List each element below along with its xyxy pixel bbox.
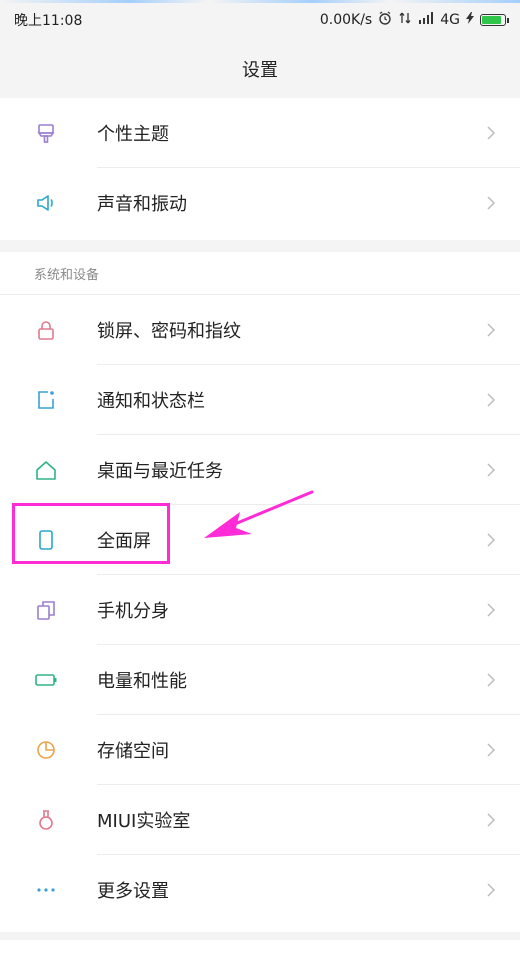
section-header: 系统和设备 [34, 267, 100, 283]
settings-item-label: 个性主题 [97, 124, 169, 145]
data-transfer-icon [398, 11, 412, 29]
chevron-right-icon [487, 673, 496, 687]
settings-item-notifications[interactable]: 通知和状态栏 [0, 365, 520, 435]
charging-bolt-icon [466, 12, 474, 28]
settings-item-miui-lab[interactable]: MIUI实验室 [0, 785, 520, 855]
settings-item-label: 存储空间 [97, 741, 169, 762]
status-right: 0.00K/s 4G [319, 11, 509, 29]
network-type: 4G [440, 12, 460, 28]
chevron-right-icon [487, 743, 496, 757]
dual-app-icon [34, 598, 58, 622]
lab-flask-icon [34, 808, 58, 832]
chevron-right-icon [487, 533, 496, 547]
chevron-right-icon [487, 603, 496, 617]
settings-item-sound[interactable]: 声音和振动 [0, 168, 520, 238]
storage-pie-icon [34, 738, 58, 762]
lock-icon [34, 318, 58, 342]
settings-item-label: 桌面与最近任务 [97, 461, 223, 482]
annotation-highlight-box [12, 503, 170, 564]
settings-item-label: 更多设置 [97, 881, 169, 902]
theme-brush-icon [34, 121, 58, 145]
settings-item-label: MIUI实验室 [97, 811, 191, 832]
settings-group-system: 系统和设备 锁屏、密码和指纹 通知和状态栏 桌面与最近任务 全面屏 手机分身 电… [0, 252, 520, 932]
status-bar: 晚上11:08 0.00K/s 4G [0, 0, 520, 40]
settings-item-lockscreen[interactable]: 锁屏、密码和指纹 [0, 294, 520, 365]
alarm-icon [378, 11, 392, 29]
chevron-right-icon [487, 126, 496, 140]
settings-item-label: 锁屏、密码和指纹 [97, 321, 241, 342]
status-time: 晚上11:08 [14, 13, 83, 29]
network-speed: 0.00K/s [319, 12, 373, 28]
title-bar: 设置 [0, 40, 520, 98]
settings-group-personalization: 个性主题 声音和振动 [0, 98, 520, 240]
chevron-right-icon [487, 323, 496, 337]
page-title: 设置 [242, 60, 278, 81]
speaker-icon [34, 191, 58, 215]
signal-icon [418, 12, 434, 28]
settings-item-label: 声音和振动 [97, 194, 187, 215]
chevron-right-icon [487, 196, 496, 210]
more-dots-icon [34, 878, 58, 902]
chevron-right-icon [487, 393, 496, 407]
settings-item-theme[interactable]: 个性主题 [0, 98, 520, 168]
settings-item-label: 手机分身 [97, 601, 169, 622]
settings-group-next [0, 940, 520, 955]
home-icon [34, 458, 58, 482]
notification-icon [34, 388, 58, 412]
chevron-right-icon [487, 883, 496, 897]
battery-icon [34, 668, 58, 692]
battery-icon [480, 14, 509, 26]
settings-item-dual-apps[interactable]: 手机分身 [0, 575, 520, 645]
chevron-right-icon [487, 463, 496, 477]
settings-item-label: 通知和状态栏 [97, 391, 205, 412]
settings-item-battery[interactable]: 电量和性能 [0, 645, 520, 715]
settings-item-more[interactable]: 更多设置 [0, 855, 520, 925]
chevron-right-icon [487, 813, 496, 827]
annotation-arrow-icon [204, 490, 314, 538]
settings-item-storage[interactable]: 存储空间 [0, 715, 520, 785]
settings-item-label: 电量和性能 [97, 671, 187, 692]
